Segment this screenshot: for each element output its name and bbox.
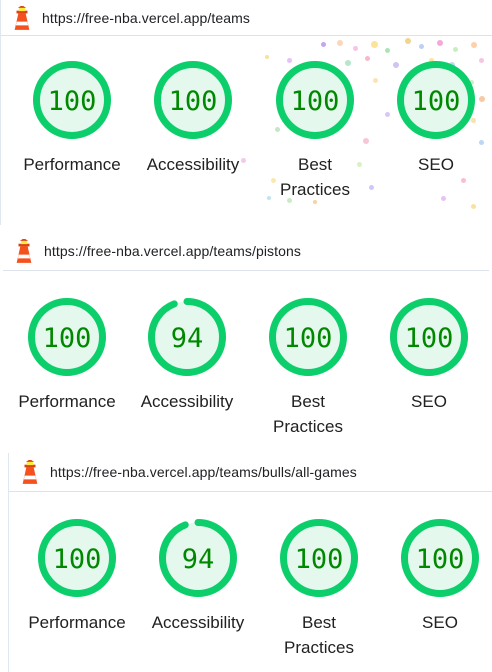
gauge-label: Best Practices xyxy=(273,392,343,436)
gauge-label: SEO xyxy=(422,613,458,632)
gauge-ring: 94 xyxy=(159,519,237,597)
gauge-label: SEO xyxy=(411,392,447,411)
gauge-ring: 100 xyxy=(269,298,347,376)
gauge-ring: 100 xyxy=(38,519,116,597)
gauge-ring: 94 xyxy=(148,298,226,376)
gauge-label: Performance xyxy=(28,613,126,632)
gauge-score: 100 xyxy=(291,86,340,117)
gauge-ring: 100 xyxy=(276,61,354,139)
gauge-ring: 100 xyxy=(390,298,468,376)
gauge-best-practices[interactable]: 100 Best Practices xyxy=(255,516,383,660)
report-url[interactable]: https://free-nba.vercel.app/teams/bulls/… xyxy=(50,464,357,480)
report-panel-teams: https://free-nba.vercel.app/teams 100 Pe… xyxy=(0,0,492,225)
gauge-label: Best Practices xyxy=(284,613,354,657)
gauge-score: 94 xyxy=(182,544,215,575)
gauge-ring: 100 xyxy=(154,61,232,139)
gauge-label: Accessibility xyxy=(151,613,245,632)
gauge-score: 100 xyxy=(48,86,97,117)
gauge-label: SEO xyxy=(418,155,454,174)
gauge-label: Accessibility xyxy=(140,392,234,411)
gauge-score: 100 xyxy=(284,323,333,354)
gauge-ring: 100 xyxy=(280,519,358,597)
gauge-label: Performance xyxy=(23,155,121,174)
gauge-score: 100 xyxy=(416,544,465,575)
lighthouse-icon xyxy=(22,460,38,484)
gauge-accessibility[interactable]: 94 Accessibility xyxy=(134,516,262,635)
gauge-ring: 100 xyxy=(397,61,475,139)
report-url-bar: https://free-nba.vercel.app/teams/piston… xyxy=(3,232,489,271)
lighthouse-icon xyxy=(14,5,30,30)
gauge-best-practices[interactable]: 100 Best Practices xyxy=(251,58,379,202)
report-panel-bulls-all-games: https://free-nba.vercel.app/teams/bulls/… xyxy=(8,453,492,672)
gauge-accessibility[interactable]: 94 Accessibility xyxy=(123,295,251,414)
gauge-seo[interactable]: 100 SEO xyxy=(372,58,492,177)
gauge-ring: 100 xyxy=(28,298,106,376)
gauge-performance[interactable]: 100 Performance xyxy=(13,516,141,635)
gauge-seo[interactable]: 100 SEO xyxy=(376,516,492,635)
report-url-bar: https://free-nba.vercel.app/teams xyxy=(1,0,492,36)
gauge-label: Best Practices xyxy=(280,155,350,199)
report-panel-pistons: https://free-nba.vercel.app/teams/piston… xyxy=(3,232,489,447)
gauge-label: Accessibility xyxy=(146,155,240,174)
gauge-score: 100 xyxy=(53,544,102,575)
gauge-score: 100 xyxy=(405,323,454,354)
gauge-ring: 100 xyxy=(401,519,479,597)
report-url[interactable]: https://free-nba.vercel.app/teams/piston… xyxy=(44,243,301,259)
gauge-score: 100 xyxy=(412,86,461,117)
gauge-score: 100 xyxy=(43,323,92,354)
gauge-best-practices[interactable]: 100 Best Practices xyxy=(244,295,372,439)
gauge-performance[interactable]: 100 Performance xyxy=(8,58,136,177)
gauge-score: 94 xyxy=(171,323,204,354)
gauge-score: 100 xyxy=(295,544,344,575)
gauge-ring: 100 xyxy=(33,61,111,139)
gauge-performance[interactable]: 100 Performance xyxy=(3,295,131,414)
report-url[interactable]: https://free-nba.vercel.app/teams xyxy=(42,10,250,26)
gauge-score: 100 xyxy=(169,86,218,117)
gauge-accessibility[interactable]: 100 Accessibility xyxy=(129,58,257,177)
gauge-label: Performance xyxy=(18,392,116,411)
gauge-seo[interactable]: 100 SEO xyxy=(365,295,492,414)
lighthouse-icon xyxy=(16,239,32,263)
report-url-bar: https://free-nba.vercel.app/teams/bulls/… xyxy=(9,453,492,492)
